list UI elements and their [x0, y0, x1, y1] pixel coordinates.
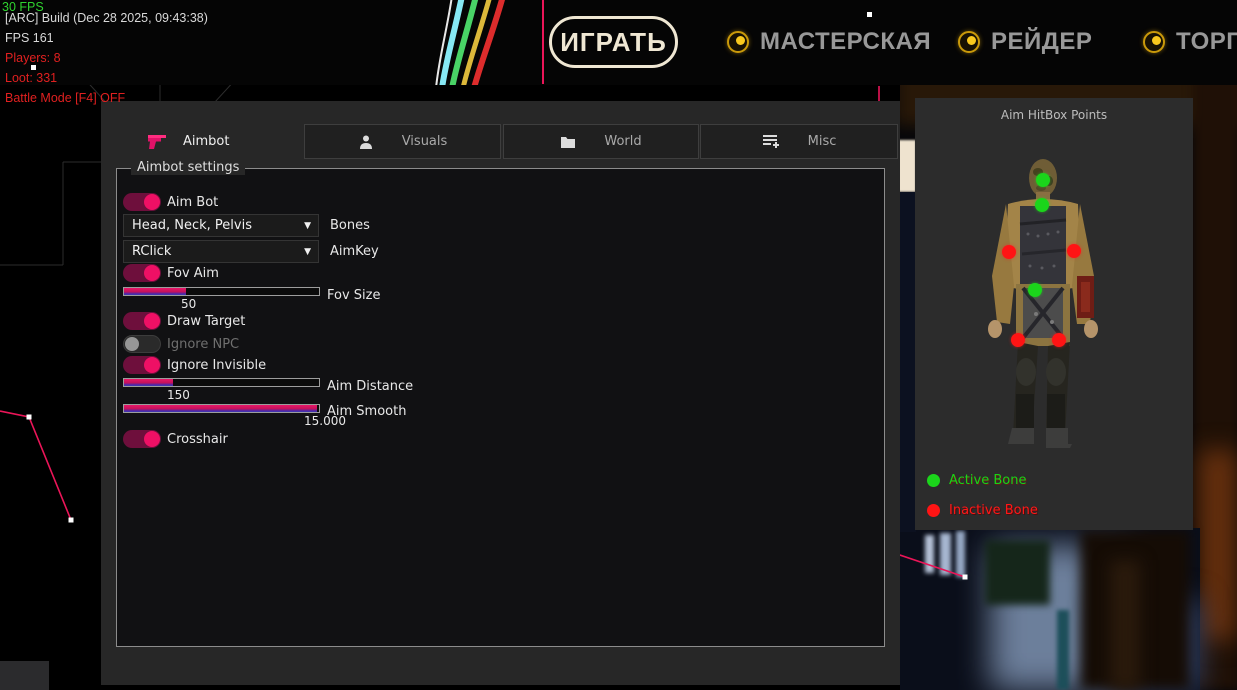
aim-distance-label: Aim Distance	[327, 379, 413, 394]
corner-decor	[0, 661, 49, 690]
folder-icon	[560, 135, 576, 149]
hud-battle-mode: Battle Mode [F4] OFF	[5, 91, 125, 105]
tab-aimbot[interactable]: Aimbot	[131, 124, 301, 159]
hitbox-point-right-shoulder[interactable]	[1067, 244, 1081, 258]
fov-aim-toggle-row: Fov Aim	[123, 264, 219, 282]
bones-label: Bones	[330, 218, 370, 233]
legend-active-bone: Active Bone	[927, 472, 1026, 488]
ignore-npc-toggle[interactable]	[123, 335, 161, 353]
crosshair-label: Crosshair	[167, 432, 228, 447]
nav-item-workshop[interactable]: МАСТЕРСКАЯ	[727, 29, 931, 55]
crosshair-toggle[interactable]	[123, 430, 161, 448]
hud-fps: FPS 161	[5, 31, 54, 45]
coin-icon	[958, 31, 980, 53]
aimkey-label: AimKey	[330, 244, 379, 259]
legend-inactive-bone: Inactive Bone	[927, 502, 1038, 518]
chevron-down-icon: ▼	[304, 221, 311, 231]
ignore-npc-toggle-row: Ignore NPC	[123, 335, 239, 353]
fov-size-label: Fov Size	[327, 288, 380, 303]
coin-icon	[727, 31, 749, 53]
hitbox-panel: Aim HitBox Points	[915, 98, 1193, 530]
nav-item-label: ТОРГО	[1176, 28, 1237, 56]
chevron-down-icon: ▼	[304, 247, 311, 257]
hud-loot: Loot: 331	[5, 71, 57, 85]
fov-aim-label: Fov Aim	[167, 266, 219, 281]
tab-misc[interactable]: Misc	[700, 124, 898, 159]
hitbox-point-right-thigh[interactable]	[1052, 333, 1066, 347]
play-button[interactable]: ИГРАТЬ	[549, 16, 678, 68]
draw-target-label: Draw Target	[167, 314, 245, 329]
hitbox-point-neck[interactable]	[1035, 198, 1049, 212]
inactive-bone-label: Inactive Bone	[949, 503, 1038, 518]
hud-players: Players: 8	[5, 51, 61, 65]
ignore-npc-label: Ignore NPC	[167, 337, 239, 352]
hitbox-point-left-thigh[interactable]	[1011, 333, 1025, 347]
nav-item-label: МАСТЕРСКАЯ	[760, 28, 931, 56]
aimkey-dropdown[interactable]: RClick ▼	[123, 240, 319, 263]
aim-smooth-label: Aim Smooth	[327, 404, 406, 419]
aim-smooth-slider[interactable]	[123, 404, 320, 413]
ignore-invisible-toggle[interactable]	[123, 356, 161, 374]
active-bone-dot-icon	[927, 474, 940, 487]
fov-size-slider[interactable]	[123, 287, 320, 296]
bones-dropdown[interactable]: Head, Neck, Pelvis ▼	[123, 214, 319, 237]
fov-size-value: 50	[181, 297, 196, 311]
aim-distance-value: 150	[167, 388, 190, 402]
active-bone-label: Active Bone	[949, 473, 1026, 488]
draw-target-toggle[interactable]	[123, 312, 161, 330]
cheat-menu-panel: Aimbot Visuals World	[101, 101, 900, 685]
hitbox-dots	[915, 98, 1193, 530]
hitbox-point-pelvis[interactable]	[1028, 283, 1042, 297]
tab-world[interactable]: World	[503, 124, 699, 159]
coin-icon	[1143, 31, 1165, 53]
ignore-invisible-toggle-row: Ignore Invisible	[123, 356, 266, 374]
fov-aim-toggle[interactable]	[123, 264, 161, 282]
aimkey-dropdown-value: RClick	[132, 244, 171, 259]
tab-label: Aimbot	[183, 134, 229, 149]
crosshair-toggle-row: Crosshair	[123, 430, 228, 448]
screen: ИГРАТЬ МАСТЕРСКАЯ РЕЙДЕР ТОРГО	[0, 0, 1237, 690]
hitbox-point-left-shoulder[interactable]	[1002, 245, 1016, 259]
pistol-icon	[147, 134, 167, 150]
nav-item-raider[interactable]: РЕЙДЕР	[958, 29, 1092, 55]
group-title: Aimbot settings	[131, 160, 245, 175]
aim-bot-label: Aim Bot	[167, 195, 218, 210]
ignore-invisible-label: Ignore Invisible	[167, 358, 266, 373]
aimbot-toggle-row: Aim Bot	[123, 193, 218, 211]
inactive-bone-dot-icon	[927, 504, 940, 517]
tab-visuals[interactable]: Visuals	[304, 124, 501, 159]
tab-label: Visuals	[402, 134, 448, 149]
tab-label: Misc	[808, 134, 837, 149]
draw-target-toggle-row: Draw Target	[123, 312, 245, 330]
bones-dropdown-value: Head, Neck, Pelvis	[132, 218, 252, 233]
nav-item-trade[interactable]: ТОРГО	[1143, 29, 1237, 55]
playlist-add-icon	[762, 134, 780, 149]
hitbox-point-head[interactable]	[1036, 173, 1050, 187]
aim-distance-slider[interactable]	[123, 378, 320, 387]
aim-bot-toggle[interactable]	[123, 193, 161, 211]
hud-build-info: [ARC] Build (Dec 28 2025, 09:43:38)	[5, 11, 208, 25]
nav-item-label: РЕЙДЕР	[991, 28, 1092, 56]
tab-label: World	[604, 134, 641, 149]
person-icon	[358, 134, 374, 150]
